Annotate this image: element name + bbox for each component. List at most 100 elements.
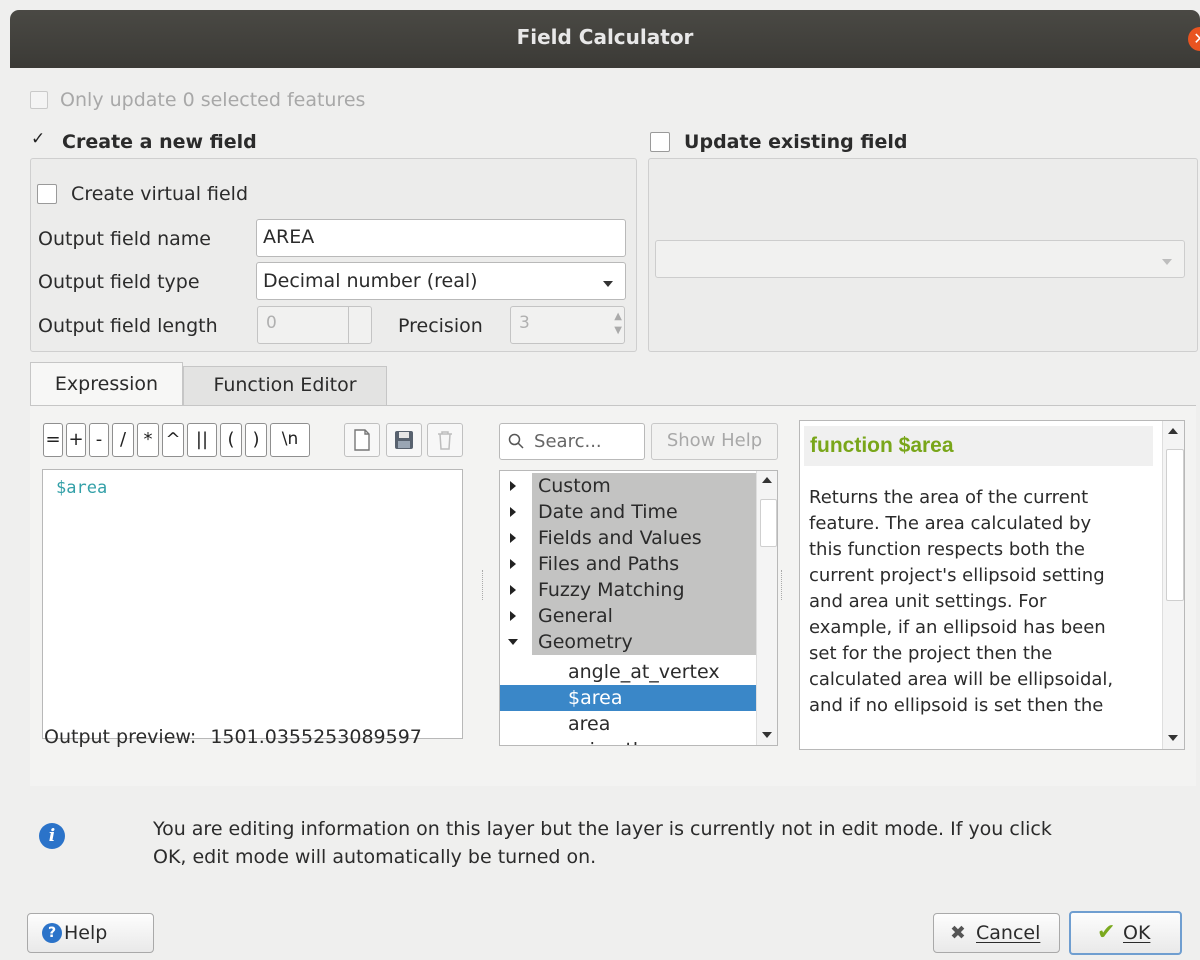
only-update-option: Only update 0 selected features — [30, 88, 365, 111]
expand-icon — [510, 533, 516, 543]
help-line: feature. The area calculated by — [809, 513, 1092, 534]
check-icon: ✔ — [1097, 920, 1116, 945]
tree-category[interactable]: Fuzzy Matching — [500, 577, 756, 603]
ok-button[interactable]: ✔ OK — [1069, 911, 1182, 955]
tree-category[interactable]: Files and Paths — [500, 551, 756, 577]
info-message: You are editing information on this laye… — [153, 815, 1183, 871]
cancel-button[interactable]: ✖ Cancel — [933, 913, 1060, 953]
scroll-down-icon[interactable] — [1168, 735, 1178, 741]
save-button[interactable] — [386, 423, 422, 457]
update-field-toggle[interactable]: Update existing field — [650, 130, 907, 153]
info-message-line: You are editing information on this laye… — [153, 818, 1052, 840]
new-file-button[interactable] — [344, 423, 380, 457]
new-file-icon — [354, 429, 370, 451]
help-scrollbar-thumb[interactable] — [1166, 449, 1184, 601]
expression-text: $area — [56, 478, 108, 498]
info-icon: i — [39, 823, 65, 849]
tree-scrollbar[interactable] — [756, 471, 777, 745]
help-title: function $area — [810, 434, 954, 457]
tree-category[interactable]: Geometry — [500, 629, 756, 655]
save-icon — [395, 431, 413, 449]
expand-icon — [510, 559, 516, 569]
virtual-field-label: Create virtual field — [71, 182, 249, 205]
tree-category[interactable]: General — [500, 603, 756, 629]
help-text: Returns the area of the current feature.… — [809, 485, 1155, 719]
collapse-icon — [508, 639, 518, 645]
search-icon — [508, 433, 524, 449]
function-tree[interactable]: Custom Date and Time Fields and Values F… — [499, 470, 778, 746]
operator-power-button[interactable]: ^ — [162, 423, 184, 457]
existing-field-select[interactable] — [655, 240, 1185, 278]
tree-function-item[interactable]: area — [500, 711, 756, 737]
precision-value: 3 — [519, 313, 530, 333]
scroll-down-icon[interactable] — [762, 732, 772, 738]
tab-expression[interactable]: Expression — [30, 362, 183, 406]
operator-minus-button[interactable]: - — [89, 423, 109, 457]
virtual-field-option[interactable]: Create virtual field — [37, 182, 248, 205]
show-help-button[interactable]: Show Help — [651, 423, 778, 460]
create-field-label: Create a new field — [62, 130, 257, 153]
help-scrollbar[interactable] — [1162, 421, 1184, 749]
chevron-down-icon — [1162, 259, 1172, 265]
operator-open-paren-button[interactable]: ( — [220, 423, 242, 457]
name-label: Output field name — [38, 228, 211, 250]
tree-function-item[interactable]: azimuth — [500, 737, 756, 745]
update-field-checkbox[interactable] — [650, 131, 670, 152]
help-line: set for the project then the — [809, 643, 1053, 664]
expand-icon — [510, 585, 516, 595]
tree-scrollbar-thumb[interactable] — [760, 499, 777, 547]
operator-close-paren-button[interactable]: ) — [245, 423, 267, 457]
only-update-checkbox — [30, 90, 48, 109]
virtual-field-checkbox[interactable] — [37, 183, 57, 204]
only-update-label: Only update 0 selected features — [60, 88, 366, 111]
output-preview-value: 1501.0355253089597 — [210, 726, 422, 748]
precision-label: Precision — [398, 315, 483, 337]
field-length-value: 0 — [266, 313, 277, 333]
field-type-select[interactable]: Decimal number (real) — [256, 262, 626, 300]
create-field-checkbox[interactable] — [30, 129, 48, 151]
splitter-handle[interactable] — [781, 570, 784, 600]
spin-divider — [348, 307, 349, 343]
output-preview-label: Output preview: — [44, 726, 197, 748]
scroll-up-icon[interactable] — [1168, 428, 1178, 434]
splitter-handle[interactable] — [482, 570, 485, 600]
tree-category[interactable]: Date and Time — [500, 499, 756, 525]
search-placeholder: Searc... — [534, 431, 602, 452]
function-search-input[interactable]: Searc... — [499, 423, 645, 460]
ok-button-label: OK — [1123, 922, 1151, 944]
operator-divide-button[interactable]: / — [112, 423, 134, 457]
tree-category[interactable]: Custom — [500, 473, 756, 499]
operator-newline-button[interactable]: \n — [270, 423, 310, 457]
field-name-value: AREA — [263, 226, 315, 248]
help-line: calculated area will be ellipsoidal, — [809, 669, 1114, 690]
expression-editor[interactable]: $area — [42, 469, 463, 739]
cancel-icon: ✖ — [950, 922, 966, 944]
expand-icon — [510, 481, 516, 491]
help-button-label: Help — [64, 922, 108, 944]
operator-concat-button[interactable]: || — [187, 423, 217, 457]
operator-plus-button[interactable]: + — [66, 423, 86, 457]
operator-multiply-button[interactable]: * — [137, 423, 159, 457]
create-field-toggle[interactable]: Create a new field — [30, 129, 257, 153]
help-line: and area unit settings. For — [809, 591, 1047, 612]
cancel-button-label: Cancel — [976, 922, 1041, 944]
scroll-up-icon[interactable] — [762, 477, 772, 483]
field-name-input[interactable]: AREA — [256, 219, 626, 257]
info-message-line: OK, edit mode will automatically be turn… — [153, 846, 597, 868]
field-type-value: Decimal number (real) — [263, 270, 478, 292]
help-button[interactable]: ? Help — [27, 913, 154, 953]
precision-spinbox[interactable]: 3 ▲ ▼ — [510, 306, 625, 344]
expand-icon — [510, 611, 516, 621]
tab-function-editor-label: Function Editor — [213, 374, 357, 396]
output-preview: Output preview: 1501.0355253089597 — [44, 726, 422, 748]
field-length-spinbox[interactable]: 0 — [257, 306, 372, 344]
expand-icon — [510, 507, 516, 517]
operator-equals-button[interactable]: = — [43, 423, 63, 457]
tree-function-item[interactable]: angle_at_vertex — [500, 659, 756, 685]
delete-button[interactable] — [427, 423, 463, 457]
tab-function-editor[interactable]: Function Editor — [183, 366, 387, 406]
tree-function-item-selected[interactable]: $area — [500, 685, 756, 711]
trash-icon — [438, 431, 452, 450]
spin-arrows-icon: ▲ ▼ — [614, 311, 622, 336]
tree-category[interactable]: Fields and Values — [500, 525, 756, 551]
